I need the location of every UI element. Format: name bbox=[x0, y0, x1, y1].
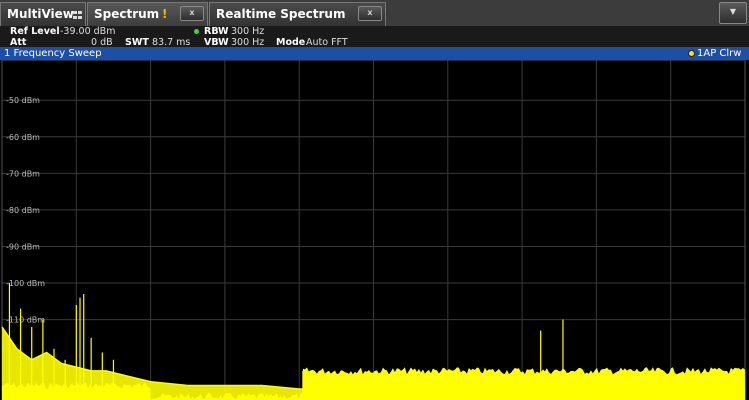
tab-realtime-label: Realtime Spectrum bbox=[216, 7, 346, 21]
y-tick-label: -100 dBm bbox=[6, 279, 45, 288]
settings-panel: Ref Level -39.00 dBm Att 0 dB SWT 83.7 m… bbox=[0, 26, 749, 48]
trace-label[interactable]: 1AP Clrw bbox=[697, 47, 741, 60]
tab-multiview[interactable]: MultiView bbox=[0, 2, 86, 26]
close-spectrum-button[interactable]: x bbox=[180, 6, 204, 21]
y-tick-label: -90 dBm bbox=[6, 242, 40, 251]
y-tick-label: -110 dBm bbox=[6, 316, 45, 325]
window-menu-button[interactable]: ▼ bbox=[719, 2, 747, 24]
tab-multiview-label: MultiView bbox=[7, 7, 74, 21]
plot-background bbox=[0, 60, 749, 400]
spectrum-plot-svg: -50 dBm -60 dBm -70 dBm -80 dBm -90 dBm -100 … bbox=[0, 59, 749, 400]
grid-icon bbox=[73, 11, 83, 20]
warning-icon: ! bbox=[162, 7, 168, 21]
close-realtime-button[interactable]: x bbox=[358, 6, 382, 21]
rbw-label: RBW bbox=[204, 26, 229, 37]
ref-level-value[interactable]: -39.00 dBm bbox=[60, 26, 115, 37]
rbw-value[interactable]: 300 Hz bbox=[231, 26, 264, 37]
tab-spectrum[interactable]: Spectrum ! x bbox=[87, 2, 208, 26]
y-tick-label: -70 dBm bbox=[6, 169, 40, 178]
diagram-title-bar: 1 Frequency Sweep 1AP Clrw bbox=[0, 47, 749, 60]
trace-indicator-icon bbox=[688, 50, 695, 57]
spectrum-plot[interactable]: -50 dBm -60 dBm -70 dBm -80 dBm -90 dBm -100 … bbox=[0, 59, 749, 400]
ref-level-label: Ref Level bbox=[10, 26, 60, 37]
tab-bar: MultiView Spectrum ! x Realtime Spectrum… bbox=[0, 0, 749, 26]
tab-realtime-spectrum[interactable]: Realtime Spectrum x bbox=[209, 2, 386, 26]
y-tick-label: -80 dBm bbox=[6, 206, 40, 215]
tab-spectrum-label: Spectrum bbox=[94, 7, 160, 21]
y-tick-label: -50 dBm bbox=[6, 96, 40, 105]
diagram-title: 1 Frequency Sweep bbox=[4, 48, 102, 59]
rbw-status-icon bbox=[194, 29, 199, 34]
y-tick-label: -60 dBm bbox=[6, 133, 40, 142]
